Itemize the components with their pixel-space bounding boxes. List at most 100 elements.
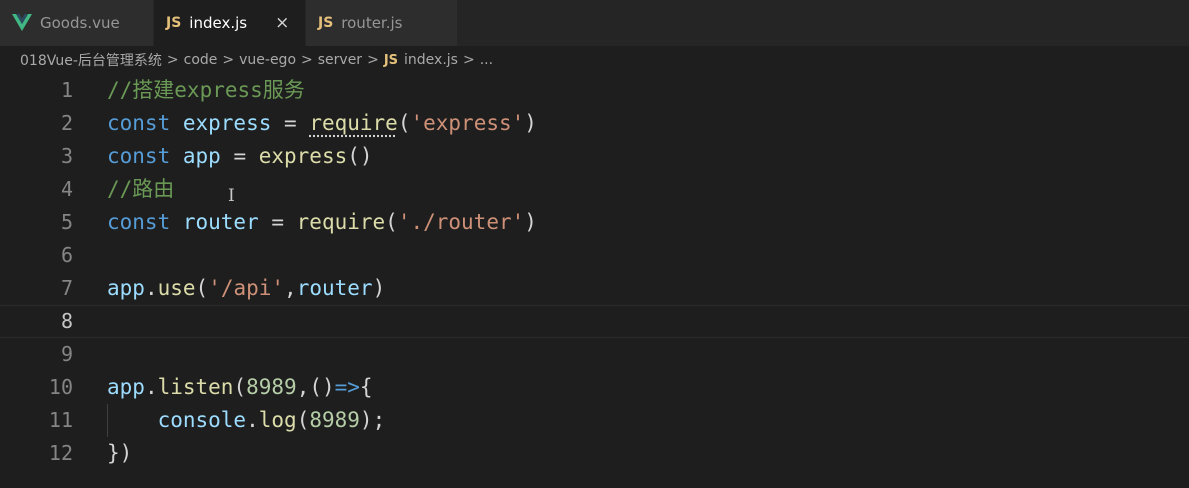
- chevron-right-icon: >: [222, 52, 235, 68]
- code-token: (: [296, 408, 310, 432]
- code-token: router: [182, 210, 259, 234]
- code-token: log: [258, 408, 297, 432]
- code-line[interactable]: 7 app.use('/api',router): [0, 272, 1189, 305]
- code-line[interactable]: 3 const app = express(): [0, 140, 1189, 173]
- code-line[interactable]: 12}): [0, 437, 1189, 470]
- line-number: 7: [60, 276, 73, 300]
- line-number: 1: [60, 78, 73, 102]
- code-token: .: [144, 375, 158, 399]
- code-token: 8989: [309, 408, 360, 432]
- tab-index-js[interactable]: JS index.js ×: [154, 0, 306, 46]
- breadcrumb-item-project[interactable]: 018Vue-后台管理系统: [20, 50, 162, 70]
- breadcrumb-item-server[interactable]: server: [318, 52, 362, 68]
- code-token: //路由: [107, 177, 175, 201]
- code-token: express: [182, 111, 272, 135]
- code-token: .: [144, 276, 158, 300]
- code-token: app: [107, 375, 145, 399]
- code-text: const app = express(): [107, 140, 373, 173]
- line-number: 4: [60, 177, 73, 201]
- chevron-right-icon: >: [367, 52, 379, 68]
- code-token: }): [107, 441, 133, 465]
- line-number: 9: [60, 342, 73, 366]
- vue-icon: [12, 14, 32, 31]
- code-token: ,: [284, 276, 297, 300]
- code-token: (: [397, 111, 411, 135]
- code-token: ): [524, 210, 537, 234]
- code-token: (: [385, 210, 398, 234]
- close-icon[interactable]: ×: [275, 13, 289, 33]
- chevron-right-icon: >: [301, 52, 313, 68]
- code-editor[interactable]: 1//搭建express服务 2 const express = require('…: [0, 74, 1189, 488]
- line-number: 12: [48, 441, 73, 465]
- code-token: './router': [397, 210, 525, 234]
- code-line[interactable]: 1 //搭建express服务: [0, 74, 1189, 107]
- line-number: 5: [60, 210, 73, 234]
- breadcrumb: 018Vue-后台管理系统 > code > vue-ego > server …: [0, 46, 1189, 74]
- breadcrumb-item-file[interactable]: index.js: [404, 52, 458, 68]
- line-number: 10: [48, 375, 73, 399]
- code-text: app.listen(8989,()=>{: [107, 371, 373, 404]
- code-token: require: [309, 111, 398, 135]
- code-token: (): [347, 144, 373, 168]
- code-line[interactable]: 2 const express = require('express'): [0, 107, 1189, 140]
- code-token: .: [246, 408, 259, 432]
- code-text: //路由: [107, 173, 174, 206]
- line-number: 3: [60, 144, 73, 168]
- code-token: const: [107, 144, 183, 168]
- code-line[interactable]: 5 const router = require('./router'): [0, 206, 1189, 239]
- code-text: const router = require('./router'): [107, 206, 537, 239]
- tab-label: router.js: [341, 14, 403, 32]
- code-token: const: [107, 210, 183, 234]
- code-token: use: [157, 276, 196, 300]
- code-text: }): [107, 437, 132, 470]
- tab-label: index.js: [189, 14, 248, 32]
- code-token: ): [372, 276, 386, 300]
- text-cursor-icon: I: [228, 186, 235, 206]
- breadcrumb-item-vue-ego[interactable]: vue-ego: [239, 52, 296, 68]
- js-icon: JS: [383, 52, 399, 68]
- code-text: //搭建express服务: [107, 74, 305, 107]
- code-line[interactable]: 10 app.listen(8989,()=>{: [0, 371, 1189, 404]
- code-token: =: [220, 144, 259, 168]
- breadcrumb-item-symbols[interactable]: ...: [480, 52, 493, 68]
- code-token: =: [258, 210, 297, 234]
- code-token: const: [107, 111, 183, 135]
- code-token: {: [359, 375, 373, 399]
- tab-label: Goods.vue: [40, 14, 120, 32]
- code-line[interactable]: 4 //路由: [0, 173, 1189, 206]
- line-number: 11: [48, 408, 73, 432]
- code-line[interactable]: 6: [0, 239, 1189, 272]
- code-token: require: [296, 210, 386, 234]
- code-token: 8989: [246, 375, 297, 399]
- code-line[interactable]: 11 console.log(8989);: [0, 404, 1189, 437]
- code-token: (: [233, 375, 247, 399]
- line-number: 8: [60, 309, 73, 333]
- code-token: ,(): [296, 375, 335, 399]
- line-number: 6: [60, 243, 73, 267]
- breadcrumb-item-code[interactable]: code: [184, 52, 218, 68]
- code-token: console: [157, 408, 247, 432]
- code-token: =: [271, 111, 310, 135]
- code-token: '/api': [208, 276, 285, 300]
- line-number: 2: [60, 111, 73, 135]
- code-token: (: [195, 276, 209, 300]
- chevron-right-icon: >: [462, 52, 475, 68]
- code-token: =>: [334, 375, 360, 399]
- code-line[interactable]: 9: [0, 338, 1189, 371]
- code-token: listen: [157, 375, 234, 399]
- code-token: app: [107, 276, 145, 300]
- code-token: );: [359, 408, 386, 432]
- code-token: ): [524, 111, 537, 135]
- code-token: express: [258, 144, 348, 168]
- js-icon: JS: [166, 15, 182, 31]
- code-token: app: [182, 144, 221, 168]
- chevron-right-icon: >: [166, 52, 179, 68]
- code-token: router: [296, 276, 373, 300]
- code-text: console.log(8989);: [107, 404, 386, 437]
- code-line[interactable]: 8: [0, 305, 1189, 338]
- code-text: app.use('/api',router): [107, 272, 385, 305]
- tab-goods-vue[interactable]: Goods.vue: [0, 0, 154, 46]
- editor-tab-bar: Goods.vue JS index.js × JS router.js: [0, 0, 1189, 46]
- tab-router-js[interactable]: JS router.js: [306, 0, 458, 46]
